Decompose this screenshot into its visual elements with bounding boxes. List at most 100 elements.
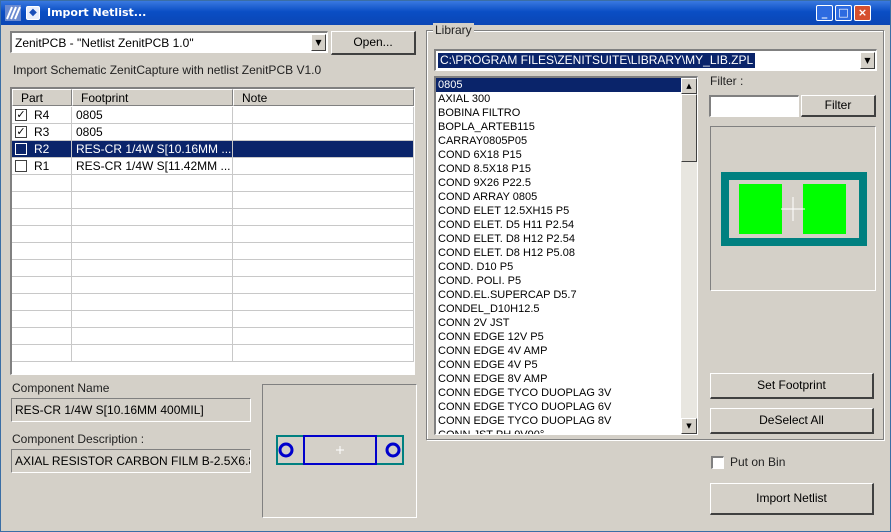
table-row[interactable]: ✓ R3 0805 <box>12 124 414 141</box>
table-row[interactable]: ✓ R4 0805 <box>12 107 414 124</box>
list-item[interactable]: COND ELET. D8 H12 P2.54 <box>436 232 681 246</box>
list-item[interactable]: CONN EDGE TYCO DUOPLAG 8V <box>436 414 681 428</box>
note-cell <box>233 124 414 141</box>
component-name-field: RES-CR 1/4W S[10.16MM 400MIL] <box>11 398 251 422</box>
component-name-label: Component Name <box>12 381 110 395</box>
list-item[interactable]: COND 9X26 P22.5 <box>436 176 681 190</box>
footprint-cell: 0805 <box>72 107 233 124</box>
deselect-all-button[interactable]: DeSelect All <box>710 408 874 434</box>
note-cell <box>233 158 414 175</box>
scroll-down-icon[interactable]: ▼ <box>681 418 697 434</box>
list-item[interactable]: COND ARRAY 0805 <box>436 190 681 204</box>
column-header-footprint[interactable]: Footprint <box>72 89 233 106</box>
maximize-button[interactable]: □ <box>835 5 852 21</box>
library-path-select[interactable]: C:\PROGRAM FILES\ZENITSUITE\LIBRARY\MY_L… <box>434 49 877 71</box>
list-item[interactable]: 0805 <box>436 78 681 92</box>
row-checkbox[interactable] <box>15 143 27 155</box>
netlist-format-value: ZenitPCB - "Netlist ZenitPCB 1.0" <box>15 36 194 50</box>
table-row[interactable]: R2 RES-CR 1/4W S[10.16MM ... <box>12 141 414 158</box>
import-netlist-button[interactable]: Import Netlist <box>710 483 874 515</box>
footprint-list-items: 0805 AXIAL 300 BOBINA FILTRO BOPLA_ARTEB115… <box>436 78 681 434</box>
filter-input[interactable] <box>709 95 799 117</box>
empty-table-row <box>12 243 414 260</box>
list-item[interactable]: COND. POLI. P5 <box>436 274 681 288</box>
part-cell: R4 <box>34 108 50 122</box>
row-checkbox[interactable]: ✓ <box>15 126 27 138</box>
column-header-part[interactable]: Part <box>12 89 72 106</box>
chevron-down-icon[interactable]: ▼ <box>311 34 326 51</box>
library-label: Library <box>433 23 474 37</box>
list-item[interactable]: COND. D10 P5 <box>436 260 681 274</box>
empty-table-row <box>12 294 414 311</box>
parts-table-header: Part Footprint Note <box>12 89 414 106</box>
library-path-value: C:\PROGRAM FILES\ZENITSUITE\LIBRARY\MY_L… <box>438 53 756 68</box>
minimize-button[interactable]: _ <box>816 5 833 21</box>
close-button[interactable]: × <box>854 5 871 21</box>
footprint-cell: RES-CR 1/4W S[10.16MM ... <box>72 141 233 158</box>
list-item[interactable]: CONN EDGE 4V AMP <box>436 344 681 358</box>
list-item[interactable]: CARRAY0805P05 <box>436 134 681 148</box>
smd-footprint-icon <box>721 172 867 246</box>
empty-table-row <box>12 226 414 243</box>
part-cell: R2 <box>34 142 50 156</box>
footprint-cell: RES-CR 1/4W S[11.42MM ... <box>72 158 233 175</box>
list-item[interactable]: CONN 2V JST <box>436 316 681 330</box>
list-item[interactable]: COND.EL.SUPERCAP D5.7 <box>436 288 681 302</box>
component-description-field: AXIAL RESISTOR CARBON FILM B-2.5X6.8 <box>11 449 251 473</box>
component-description-label: Component Description : <box>12 432 145 446</box>
list-item[interactable]: BOBINA FILTRO <box>436 106 681 120</box>
import-netlist-window: ◆ Import Netlist... _ □ × ZenitPCB - "Ne… <box>0 0 891 532</box>
scroll-up-icon[interactable]: ▲ <box>681 78 697 94</box>
footprint-list[interactable]: 0805 AXIAL 300 BOBINA FILTRO BOPLA_ARTEB115… <box>434 76 698 435</box>
empty-table-row <box>12 260 414 277</box>
import-info-text: Import Schematic ZenitCapture with netli… <box>13 63 322 77</box>
column-header-note[interactable]: Note <box>233 89 414 106</box>
put-on-bin-checkbox[interactable] <box>711 456 724 469</box>
empty-table-row <box>12 311 414 328</box>
list-item[interactable]: CONN EDGE 8V AMP <box>436 372 681 386</box>
app-logo-icon <box>5 5 21 21</box>
part-cell: R3 <box>34 125 50 139</box>
footprint-cell: 0805 <box>72 124 233 141</box>
list-item[interactable]: COND ELET. D8 H12 P5.08 <box>436 246 681 260</box>
resistor-footprint-icon <box>276 435 404 465</box>
netlist-format-select[interactable]: ZenitPCB - "Netlist ZenitPCB 1.0" ▼ <box>10 31 328 53</box>
list-item[interactable]: CONDEL_D10H12.5 <box>436 302 681 316</box>
empty-table-row <box>12 175 414 192</box>
library-footprint-preview <box>710 126 876 291</box>
list-item[interactable]: COND 8.5X18 P15 <box>436 162 681 176</box>
list-item[interactable]: CONN EDGE TYCO DUOPLAG 3V <box>436 386 681 400</box>
table-row[interactable]: R1 RES-CR 1/4W S[11.42MM ... <box>12 158 414 175</box>
component-preview <box>262 384 417 518</box>
note-cell <box>233 107 414 124</box>
list-item[interactable]: COND ELET. D5 H11 P2.54 <box>436 218 681 232</box>
empty-table-row <box>12 345 414 362</box>
chevron-down-icon[interactable]: ▼ <box>860 52 875 69</box>
list-item[interactable]: COND ELET 12.5XH15 P5 <box>436 204 681 218</box>
system-menu-icon[interactable]: ◆ <box>26 6 40 20</box>
empty-table-row <box>12 328 414 345</box>
scroll-thumb[interactable] <box>681 94 697 162</box>
filter-label: Filter : <box>710 74 744 88</box>
part-cell: R1 <box>34 159 50 173</box>
list-item[interactable]: COND 6X18 P15 <box>436 148 681 162</box>
window-title: Import Netlist... <box>47 6 147 19</box>
put-on-bin-label: Put on Bin <box>730 455 786 469</box>
list-item[interactable]: AXIAL 300 <box>436 92 681 106</box>
empty-table-row <box>12 192 414 209</box>
row-checkbox[interactable]: ✓ <box>15 109 27 121</box>
parts-table: Part Footprint Note ✓ R4 0805 ✓ R3 0805 R2… <box>10 87 415 375</box>
empty-table-row <box>12 277 414 294</box>
list-item[interactable]: CONN EDGE 4V P5 <box>436 358 681 372</box>
row-checkbox[interactable] <box>15 160 27 172</box>
list-item[interactable]: CONN JST PH 9V90° <box>436 428 681 434</box>
list-item[interactable]: CONN EDGE TYCO DUOPLAG 6V <box>436 400 681 414</box>
filter-button[interactable]: Filter <box>801 95 876 117</box>
open-button[interactable]: Open... <box>331 31 416 55</box>
set-footprint-button[interactable]: Set Footprint <box>710 373 874 399</box>
list-item[interactable]: CONN EDGE 12V P5 <box>436 330 681 344</box>
list-item[interactable]: BOPLA_ARTEB115 <box>436 120 681 134</box>
footprint-list-scrollbar[interactable]: ▲ ▼ <box>681 78 697 434</box>
title-bar[interactable]: ◆ Import Netlist... _ □ × <box>1 1 890 25</box>
empty-table-row <box>12 209 414 226</box>
